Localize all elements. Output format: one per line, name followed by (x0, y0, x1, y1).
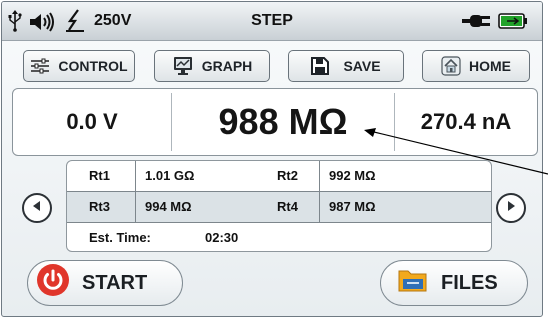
rt4-label: Rt4 (277, 199, 298, 214)
table-divider (67, 191, 491, 192)
rt2-value: 992 MΩ (329, 168, 376, 183)
home-icon (441, 56, 461, 76)
graph-monitor-icon (172, 56, 194, 76)
rt3-value: 994 MΩ (145, 199, 192, 214)
table-divider (67, 222, 491, 223)
test-mode-title: STEP (251, 12, 293, 29)
voltage-readout: 0.0 V (66, 109, 118, 134)
power-plug-icon (462, 12, 492, 35)
measurement-panel: 0.0 V 988 MΩ 270.4 nA (12, 88, 538, 156)
rt4-value: 987 MΩ (329, 199, 376, 214)
table-row: Rt1 1.01 GΩ Rt2 992 MΩ (67, 161, 491, 191)
graph-button[interactable]: GRAPH (154, 50, 270, 82)
save-button[interactable]: SAVE (288, 50, 404, 82)
rt1-label: Rt1 (89, 168, 110, 183)
files-button[interactable]: FILES (380, 260, 528, 306)
high-voltage-icon (64, 9, 86, 38)
table-row: Est. Time: 02:30 (67, 223, 491, 251)
est-time-label: Est. Time: (89, 230, 151, 245)
next-page-button[interactable] (496, 193, 526, 223)
start-button-label: START (82, 271, 148, 294)
rt3-label: Rt3 (89, 199, 110, 214)
status-bar: 250V STEP (2, 2, 542, 41)
control-button[interactable]: CONTROL (23, 50, 135, 82)
table-row: Rt3 994 MΩ Rt4 987 MΩ (67, 192, 491, 222)
instrument-screen: 250V STEP CONTROL GRAPH SAVE HOME 0.0 V … (1, 1, 543, 317)
graph-button-label: GRAPH (201, 58, 253, 74)
rt2-label: Rt2 (277, 168, 298, 183)
start-button[interactable]: START (27, 260, 183, 306)
chevron-left-icon (31, 199, 43, 217)
table-divider (319, 161, 320, 222)
usb-icon (6, 10, 24, 37)
speaker-icon[interactable] (28, 12, 58, 37)
results-table: Rt1 1.01 GΩ Rt2 992 MΩ Rt3 994 MΩ Rt4 98… (66, 160, 492, 252)
home-button[interactable]: HOME (422, 50, 530, 82)
rt1-value: 1.01 GΩ (145, 168, 195, 183)
chevron-right-icon (505, 199, 517, 217)
sliders-icon (30, 58, 50, 74)
power-icon (36, 263, 70, 303)
table-divider (135, 161, 136, 222)
save-disk-icon (311, 57, 330, 75)
control-button-label: CONTROL (58, 58, 128, 74)
current-readout: 270.4 nA (420, 109, 512, 134)
test-voltage: 250V (94, 12, 132, 29)
battery-charging-icon (498, 12, 528, 35)
files-button-label: FILES (441, 271, 498, 294)
save-button-label: SAVE (343, 58, 381, 74)
home-button-label: HOME (469, 58, 511, 74)
previous-page-button[interactable] (22, 193, 52, 223)
est-time-value: 02:30 (205, 230, 239, 245)
folder-icon (397, 266, 429, 300)
resistance-readout: 988 MΩ (218, 101, 348, 142)
